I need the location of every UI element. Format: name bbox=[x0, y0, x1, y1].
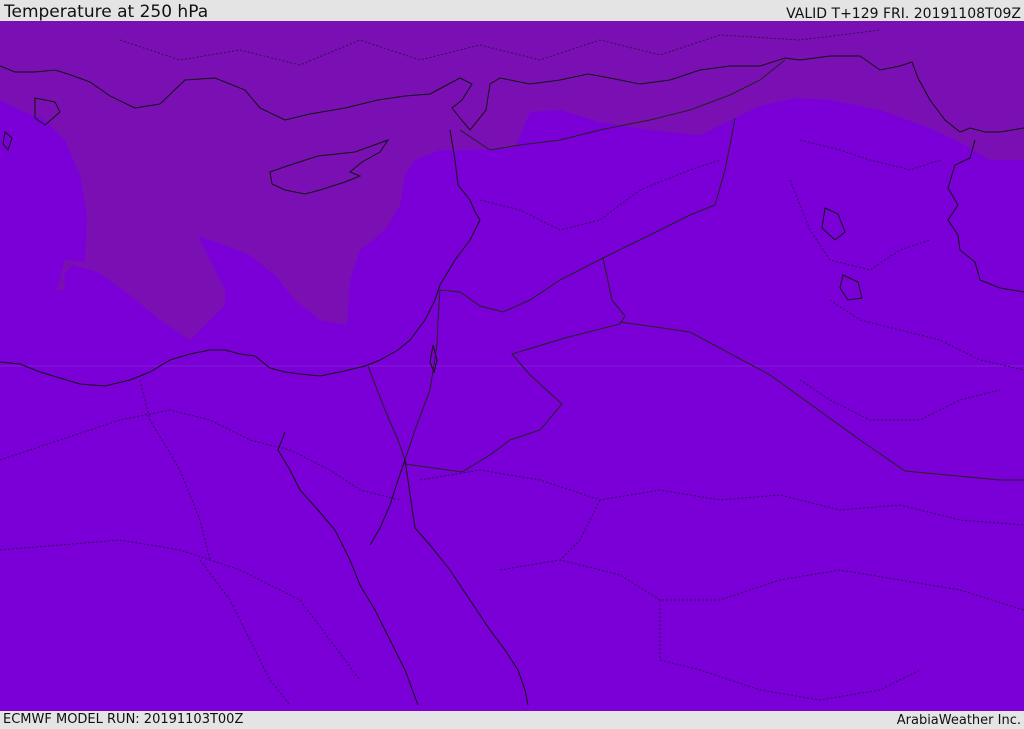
valid-time-label: VALID T+129 FRI. 20191108T09Z bbox=[786, 6, 1021, 22]
header-bar: Temperature at 250 hPa VALID T+129 FRI. … bbox=[0, 0, 1024, 22]
forecast-map-page: Temperature at 250 hPa VALID T+129 FRI. … bbox=[0, 0, 1024, 729]
weather-map-svg bbox=[0, 21, 1024, 711]
map-area[interactable] bbox=[0, 21, 1024, 711]
credit-label: ArabiaWeather Inc. bbox=[896, 713, 1021, 728]
footer-bar: ECMWF MODEL RUN: 20191103T00Z ArabiaWeat… bbox=[0, 711, 1024, 729]
model-run-label: ECMWF MODEL RUN: 20191103T00Z bbox=[3, 712, 244, 727]
map-title: Temperature at 250 hPa bbox=[4, 2, 209, 22]
